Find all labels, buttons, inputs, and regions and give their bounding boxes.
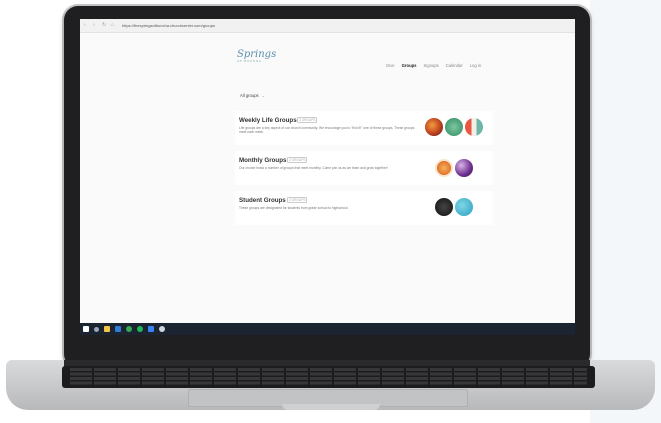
- group-count-badge: 3 GROUPS: [297, 117, 318, 123]
- home-icon[interactable]: ⌂: [111, 23, 116, 28]
- group-thumbnail: [465, 118, 483, 136]
- music-icon[interactable]: [137, 326, 143, 332]
- nav-groups[interactable]: Groups: [402, 63, 417, 68]
- web-page: Springs OF BOUNDA Give Groups Signups Ca…: [80, 33, 575, 335]
- mail-icon[interactable]: [148, 326, 154, 332]
- folder-icon[interactable]: [104, 326, 110, 332]
- group-thumbnail: [455, 198, 473, 216]
- group-count-badge: 2 GROUPS: [287, 157, 308, 163]
- group-title: Monthly Groups: [239, 157, 287, 164]
- browser-address-bar[interactable]: ‹ › ↻ ⌂ https://thespringsofbuncha.churc…: [80, 19, 575, 33]
- group-title: Weekly Life Groups: [239, 117, 297, 124]
- browser-icon[interactable]: [126, 326, 132, 332]
- group-thumbnail: [435, 198, 453, 216]
- nav-signups[interactable]: Signups: [424, 63, 439, 68]
- chevron-down-icon: ⌄: [261, 93, 266, 98]
- start-icon[interactable]: [83, 326, 89, 332]
- nav-calendar[interactable]: Calendar: [446, 63, 463, 68]
- site-header: Springs OF BOUNDA Give Groups Signups Ca…: [80, 33, 575, 75]
- back-icon[interactable]: ‹: [84, 23, 89, 28]
- laptop-notch: [282, 404, 380, 410]
- group-title: Student Groups: [239, 197, 286, 204]
- main-nav: Give Groups Signups Calendar Log in: [386, 63, 481, 68]
- group-filter-dropdown[interactable]: All groups ⌄: [240, 93, 265, 98]
- site-logo[interactable]: Springs OF BOUNDA: [237, 49, 276, 63]
- group-thumbnail: [425, 118, 443, 136]
- group-card-weekly[interactable]: Weekly Life Groups 3 GROUPS Life groups …: [235, 111, 493, 145]
- keyboard-keys: [70, 368, 587, 386]
- url-text[interactable]: https://thespringsofbuncha.churchcenter.…: [122, 23, 215, 28]
- settings-icon[interactable]: [159, 326, 165, 332]
- group-thumbnail: [445, 118, 463, 136]
- group-thumbnail: [455, 159, 473, 177]
- nav-login[interactable]: Log in: [470, 63, 481, 68]
- refresh-icon[interactable]: ↻: [102, 23, 107, 28]
- group-description: These groups are designated for students…: [239, 206, 349, 210]
- group-count-badge: 2 GROUPS: [287, 197, 308, 203]
- store-icon[interactable]: [115, 326, 121, 332]
- group-card-monthly[interactable]: Monthly Groups 2 GROUPS Our church hosts…: [235, 151, 493, 185]
- group-card-student[interactable]: Student Groups 2 GROUPS These groups are…: [235, 191, 493, 225]
- group-description: Life groups are a key aspect of our chur…: [239, 126, 415, 135]
- os-taskbar: [80, 323, 575, 335]
- group-description: Our church hosts a number of groups that…: [239, 166, 388, 170]
- forward-icon[interactable]: ›: [93, 23, 98, 28]
- search-icon[interactable]: [94, 326, 99, 332]
- nav-give[interactable]: Give: [386, 63, 395, 68]
- laptop-screen: ‹ › ↻ ⌂ https://thespringsofbuncha.churc…: [80, 19, 575, 335]
- filter-label: All groups: [240, 93, 259, 98]
- group-thumbnail: [435, 159, 453, 177]
